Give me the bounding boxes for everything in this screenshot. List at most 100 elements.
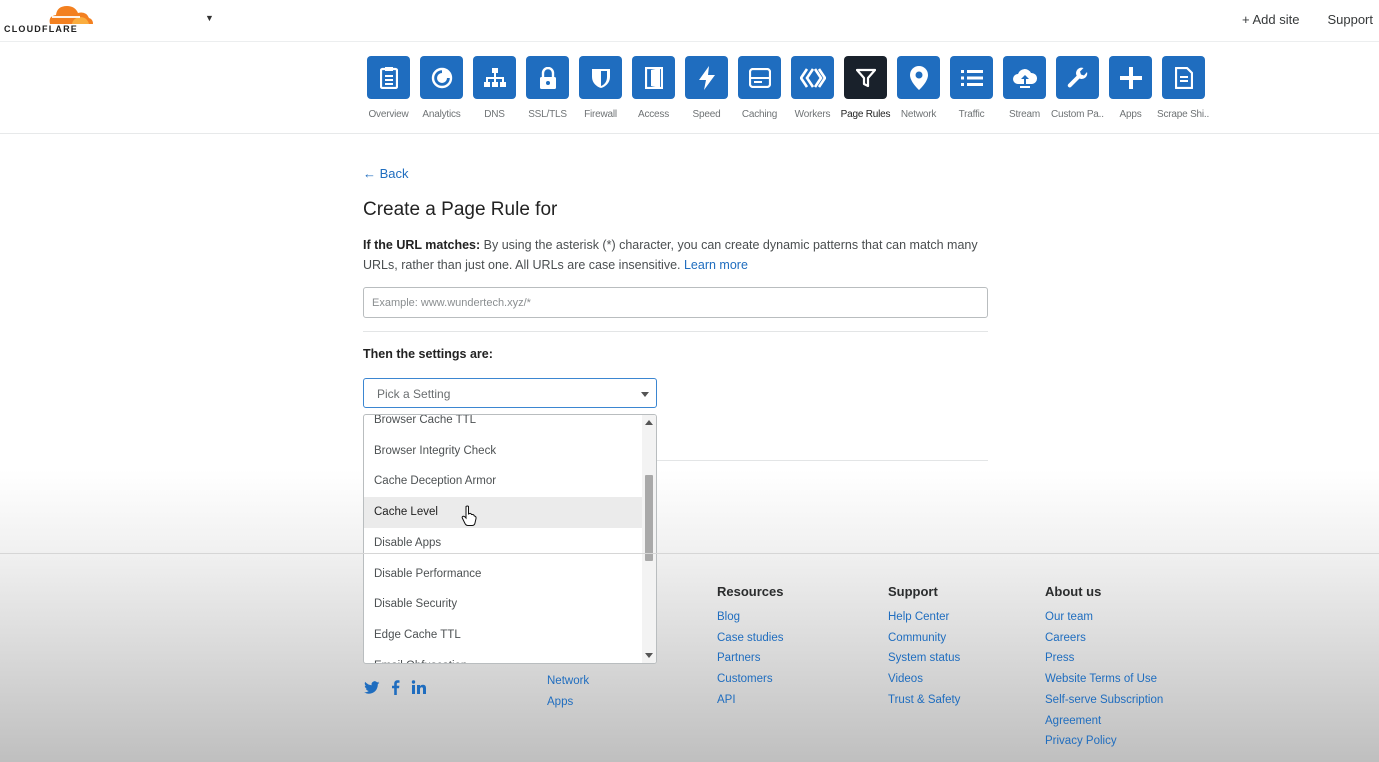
learn-more-link[interactable]: Learn more bbox=[684, 258, 748, 272]
scrollbar-thumb[interactable] bbox=[645, 475, 653, 561]
hand-pointer-cursor-icon bbox=[461, 505, 477, 526]
nav-app-stream[interactable]: Stream bbox=[998, 56, 1051, 120]
footer-link[interactable]: Our team bbox=[1045, 607, 1163, 628]
url-pattern-input[interactable] bbox=[363, 287, 988, 318]
footer-link[interactable]: Customers bbox=[717, 669, 783, 690]
server-icon bbox=[738, 56, 781, 99]
support-link[interactable]: Support bbox=[1327, 12, 1373, 27]
footer-divider bbox=[0, 553, 1379, 554]
scroll-up-arrow-icon[interactable] bbox=[645, 420, 653, 425]
twitter-icon[interactable] bbox=[364, 680, 380, 695]
footer-column-support: Support Help Center Community System statu… bbox=[888, 584, 960, 711]
door-icon bbox=[632, 56, 675, 99]
nav-app-label: Traffic bbox=[958, 109, 985, 120]
clipboard-icon bbox=[367, 56, 410, 99]
cloud-upload-icon bbox=[1003, 56, 1046, 99]
footer-link[interactable]: API bbox=[717, 690, 783, 711]
dropdown-option[interactable]: Cache Level bbox=[364, 497, 643, 529]
nav-app-analytics[interactable]: Analytics bbox=[415, 56, 468, 120]
nav-app-access[interactable]: Access bbox=[627, 56, 680, 120]
dropdown-option[interactable]: Disable Performance bbox=[364, 559, 643, 590]
footer-heading-about: About us bbox=[1045, 584, 1102, 599]
nav-app-label: Access bbox=[637, 109, 670, 120]
list-icon bbox=[950, 56, 993, 99]
cloudflare-logo[interactable]: CLOUDFLARE bbox=[2, 2, 97, 38]
footer-link[interactable]: Blog bbox=[717, 607, 783, 628]
document-icon bbox=[1162, 56, 1205, 99]
footer-link[interactable]: Trust & Safety bbox=[888, 690, 960, 711]
dropdown-option[interactable]: Email Obfuscation bbox=[364, 651, 643, 663]
nav-app-speed[interactable]: Speed bbox=[680, 56, 733, 120]
nav-app-label: Workers bbox=[794, 109, 831, 120]
nav-app-label: Network bbox=[900, 109, 937, 120]
footer-heading-resources: Resources bbox=[717, 584, 784, 599]
add-site-link[interactable]: + Add site bbox=[1242, 12, 1299, 27]
linkedin-icon[interactable] bbox=[411, 680, 427, 695]
logo-text: CLOUDFLARE bbox=[4, 24, 78, 34]
nav-app-ssl-tls[interactable]: SSL/TLS bbox=[521, 56, 574, 120]
nav-app-traffic[interactable]: Traffic bbox=[945, 56, 998, 120]
nav-app-firewall[interactable]: Firewall bbox=[574, 56, 627, 120]
nav-app-network[interactable]: Network bbox=[892, 56, 945, 120]
pick-setting-select[interactable]: Pick a Setting bbox=[363, 378, 657, 408]
nav-app-label: SSL/TLS bbox=[528, 109, 567, 120]
footer-link[interactable]: Partners bbox=[717, 648, 783, 669]
footer-column-about: About us Our team Careers Press Website Ter… bbox=[1045, 584, 1163, 752]
dropdown-option[interactable]: Disable Security bbox=[364, 589, 643, 620]
footer-link[interactable]: System status bbox=[888, 648, 960, 669]
facebook-icon[interactable] bbox=[391, 680, 400, 695]
location-pin-icon bbox=[897, 56, 940, 99]
dropdown-option[interactable]: Browser Integrity Check bbox=[364, 436, 643, 467]
nav-app-page-rules[interactable]: Page Rules bbox=[839, 56, 892, 120]
nav-app-label: Scrape Shi... bbox=[1157, 109, 1210, 120]
nav-app-workers[interactable]: Workers bbox=[786, 56, 839, 120]
footer-link[interactable]: Privacy Policy bbox=[1045, 731, 1163, 752]
nav-app-apps[interactable]: Apps bbox=[1104, 56, 1157, 120]
page-title: Create a Page Rule for bbox=[363, 199, 558, 220]
dropdown-option[interactable]: Edge Cache TTL bbox=[364, 620, 643, 651]
dropdown-option[interactable]: Cache Deception Armor bbox=[364, 466, 643, 497]
filter-icon bbox=[844, 56, 887, 99]
dropdown-option[interactable]: Browser Cache TTL bbox=[364, 415, 643, 436]
app-navigation: Overview Analytics DNS SSL/TLS Firewall Acces… bbox=[0, 42, 1379, 134]
nav-app-label: DNS bbox=[484, 109, 505, 120]
nav-app-label: Apps bbox=[1119, 109, 1142, 120]
footer-link[interactable]: Self-serve Subscription bbox=[1045, 690, 1163, 711]
cloud-icon bbox=[49, 6, 93, 24]
footer-heading-support: Support bbox=[888, 584, 938, 599]
shield-icon bbox=[579, 56, 622, 99]
nav-app-scrape-shi[interactable]: Scrape Shi... bbox=[1157, 56, 1210, 120]
setting-dropdown-list[interactable]: Browser Cache TTL Browser Integrity Check… bbox=[363, 414, 657, 664]
footer-link[interactable]: Agreement bbox=[1045, 711, 1163, 732]
pie-chart-icon bbox=[420, 56, 463, 99]
footer-link[interactable]: Videos bbox=[888, 669, 960, 690]
nav-app-label: Page Rules bbox=[840, 109, 891, 120]
nav-app-label: Caching bbox=[741, 109, 778, 120]
nav-app-caching[interactable]: Caching bbox=[733, 56, 786, 120]
nav-app-custom-pa[interactable]: Custom Pa... bbox=[1051, 56, 1104, 120]
lightning-icon bbox=[685, 56, 728, 99]
footer-link[interactable]: Website Terms of Use bbox=[1045, 669, 1163, 690]
back-link[interactable]: ← Back bbox=[363, 166, 409, 181]
nav-app-dns[interactable]: DNS bbox=[468, 56, 521, 120]
footer-link[interactable]: Case studies bbox=[717, 628, 783, 649]
account-dropdown-caret-icon[interactable]: ▼ bbox=[205, 13, 217, 23]
divider bbox=[363, 331, 988, 332]
nav-app-label: Custom Pa... bbox=[1051, 109, 1104, 120]
nav-app-overview[interactable]: Overview bbox=[362, 56, 415, 120]
dropdown-option[interactable]: Disable Apps bbox=[364, 528, 643, 559]
dropdown-scrollbar[interactable] bbox=[642, 415, 656, 663]
footer-link-network[interactable]: Network bbox=[547, 671, 589, 692]
social-links bbox=[364, 680, 427, 695]
scroll-down-arrow-icon[interactable] bbox=[645, 653, 653, 658]
url-match-description: If the URL matches: By using the asteris… bbox=[363, 235, 988, 275]
footer-link-apps[interactable]: Apps bbox=[547, 692, 589, 713]
top-bar: CLOUDFLARE ▼ + Add site Support bbox=[0, 0, 1379, 42]
footer-link[interactable]: Careers bbox=[1045, 628, 1163, 649]
footer-link[interactable]: Help Center bbox=[888, 607, 960, 628]
nav-app-label: Stream bbox=[1008, 109, 1041, 120]
sitemap-icon bbox=[473, 56, 516, 99]
footer-link[interactable]: Community bbox=[888, 628, 960, 649]
settings-label: Then the settings are: bbox=[363, 347, 493, 361]
footer-link[interactable]: Press bbox=[1045, 648, 1163, 669]
